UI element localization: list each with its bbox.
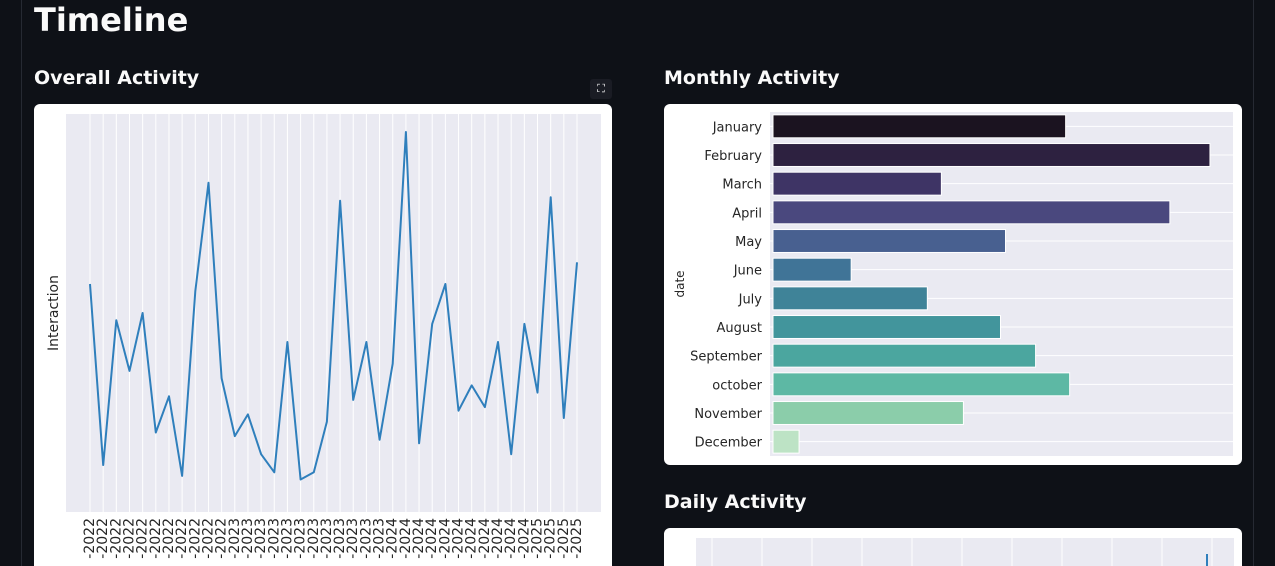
- bar-september: [772, 343, 1037, 368]
- y-tick-label: July: [738, 292, 763, 307]
- main-frame-right-border: [1253, 0, 1254, 566]
- overall-activity-heading: Overall Activity: [34, 67, 200, 89]
- y-tick-label: February: [704, 149, 762, 164]
- y-axis-label: Interaction: [46, 275, 62, 351]
- y-tick-label: November: [694, 407, 762, 422]
- y-tick-label: March: [722, 178, 762, 193]
- x-tick-label: -2025: [569, 518, 585, 559]
- app-root: Timeline Overall Activity ⛶ -2022 -2022 -2…: [0, 0, 1275, 566]
- bar-june: [772, 257, 852, 282]
- daily-activity-svg: [696, 538, 1234, 566]
- overall-activity-chart: -2022 -2022 -2022 -2022 -2022 -2022 -2022 -2022…: [34, 104, 612, 566]
- bar-february: [772, 143, 1211, 167]
- plot-area: [696, 538, 1234, 566]
- y-axis-label: date: [673, 270, 687, 297]
- daily-activity-heading: Daily Activity: [664, 491, 807, 513]
- y-tick-label: June: [733, 264, 762, 279]
- y-tick-label: May: [735, 235, 762, 250]
- daily-activity-chart: [664, 528, 1242, 566]
- y-tick-label: August: [717, 321, 763, 336]
- y-tick-label: october: [712, 378, 762, 393]
- monthly-activity-svg: January February March April May June July Augu…: [673, 112, 1233, 456]
- bar-december: [772, 429, 800, 454]
- y-tick-label: April: [732, 206, 762, 221]
- bar-january: [772, 114, 1067, 139]
- y-tick-label: September: [690, 350, 763, 365]
- bar-april: [772, 200, 1171, 225]
- bar-may: [772, 229, 1007, 253]
- monthly-activity-heading: Monthly Activity: [664, 67, 840, 89]
- bar-march: [772, 171, 942, 196]
- overall-activity-svg: -2022-2022-2022-2022-2022-2022-2022-2022…: [46, 114, 601, 559]
- bar-october: [772, 372, 1071, 397]
- page-title: Timeline: [34, 1, 189, 39]
- main-frame-left-border: [21, 0, 22, 566]
- fullscreen-icon[interactable]: ⛶: [590, 79, 612, 99]
- y-tick-label: January: [712, 120, 763, 135]
- bar-november: [772, 401, 964, 425]
- bar-august: [772, 315, 1001, 339]
- y-tick-label: December: [695, 436, 763, 451]
- monthly-activity-chart: January February March April May June July Augu…: [664, 104, 1242, 465]
- bar-july: [772, 286, 928, 311]
